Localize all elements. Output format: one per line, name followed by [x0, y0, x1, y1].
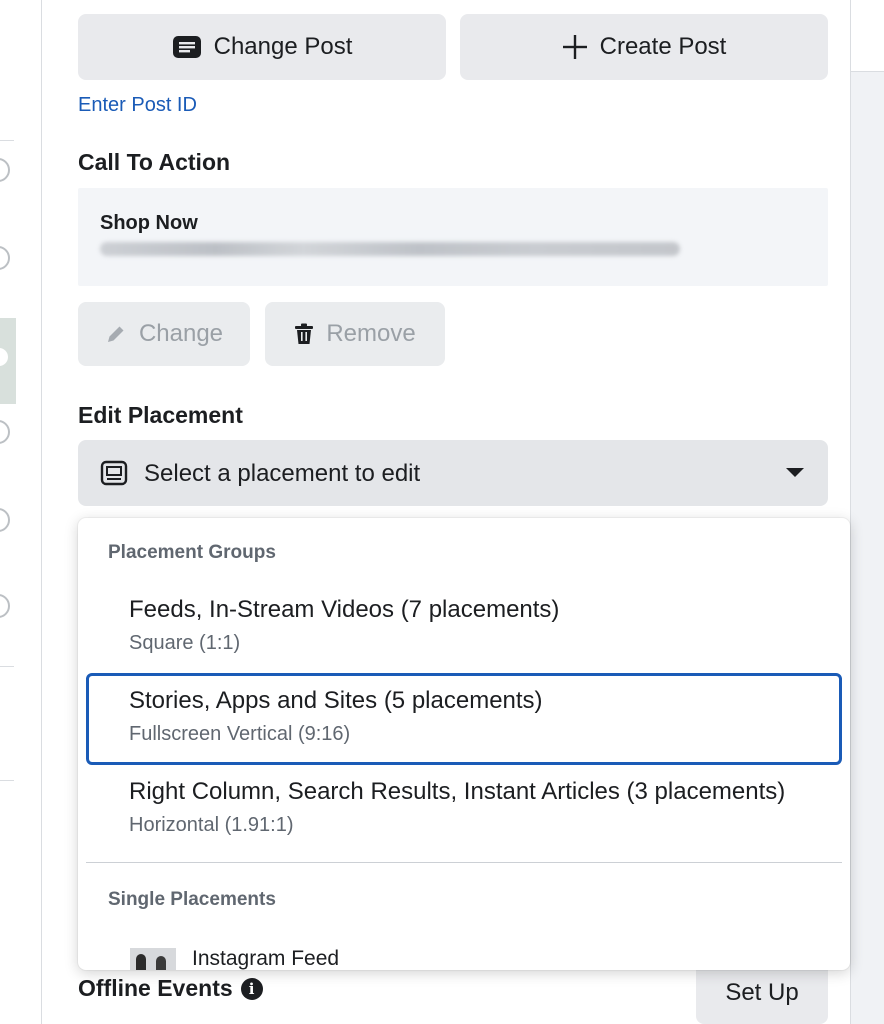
offline-events-label: Offline Events — [78, 975, 233, 1001]
change-cta-button[interactable]: Change — [78, 302, 250, 366]
remove-cta-button[interactable]: Remove — [265, 302, 445, 366]
right-panel-header — [851, 0, 884, 72]
info-icon[interactable]: i — [240, 977, 263, 1000]
nav-step-icon[interactable] — [0, 508, 10, 532]
placement-option-subtitle: Fullscreen Vertical (9:16) — [129, 723, 351, 745]
change-post-button[interactable]: Change Post — [78, 14, 446, 80]
single-placement-option[interactable]: Instagram Feed — [130, 947, 340, 970]
placement-option[interactable]: Feeds, In-Stream Videos (7 placements) S… — [86, 582, 842, 674]
create-post-label: Create Post — [599, 33, 727, 60]
nav-divider — [0, 140, 14, 141]
blurred-url — [100, 242, 680, 256]
create-post-button[interactable]: Create Post — [460, 14, 828, 80]
placement-groups-heading: Placement Groups — [108, 542, 276, 563]
change-cta-label: Change — [138, 320, 224, 347]
nav-step-icon[interactable] — [0, 158, 10, 182]
placement-select-value: Select a placement to edit — [144, 460, 421, 487]
monitor-icon — [100, 460, 128, 486]
remove-cta-label: Remove — [326, 320, 416, 347]
nav-divider — [0, 780, 14, 781]
dropdown-divider — [86, 862, 842, 863]
set-up-button[interactable]: Set Up — [696, 962, 828, 1024]
placement-option-subtitle: Square (1:1) — [129, 632, 241, 654]
nav-step-icon[interactable] — [0, 246, 10, 270]
caret-down-icon — [786, 468, 804, 477]
plus-icon — [562, 35, 587, 59]
set-up-label: Set Up — [725, 979, 799, 1006]
right-panel-edge — [850, 0, 884, 1024]
left-nav-strip — [0, 0, 42, 1024]
placement-dropdown-menu: Placement Groups Feeds, In-Stream Videos… — [78, 518, 850, 970]
edit-placement-heading: Edit Placement — [78, 402, 243, 428]
call-to-action-card: Shop Now — [78, 188, 828, 286]
trash-icon — [295, 323, 314, 344]
placement-option[interactable]: Right Column, Search Results, Instant Ar… — [86, 764, 842, 856]
placement-option-title: Feeds, In-Stream Videos (7 placements) — [129, 596, 560, 623]
call-to-action-heading: Call To Action — [78, 149, 231, 175]
single-placement-title: Instagram Feed — [192, 947, 340, 970]
placement-select[interactable]: Select a placement to edit — [78, 440, 828, 506]
single-placements-heading: Single Placements — [108, 889, 276, 910]
cta-title: Shop Now — [100, 212, 198, 234]
nav-divider — [0, 666, 14, 667]
placement-option-subtitle: Horizontal (1.91:1) — [129, 814, 294, 836]
enter-post-id-link[interactable]: Enter Post ID — [78, 94, 197, 117]
placement-thumbnail — [130, 948, 176, 970]
document-icon — [172, 36, 201, 58]
placement-option-selected[interactable]: Stories, Apps and Sites (5 placements) F… — [86, 673, 842, 765]
nav-step-icon[interactable] — [0, 420, 10, 444]
nav-step-icon[interactable] — [0, 594, 10, 618]
change-post-label: Change Post — [213, 33, 353, 60]
nav-step-active[interactable] — [0, 318, 16, 404]
offline-events-heading: Offline Events i — [78, 975, 263, 1002]
placement-option-title: Stories, Apps and Sites (5 placements) — [129, 687, 543, 714]
pencil-icon — [107, 326, 124, 342]
placement-option-title: Right Column, Search Results, Instant Ar… — [129, 778, 786, 805]
